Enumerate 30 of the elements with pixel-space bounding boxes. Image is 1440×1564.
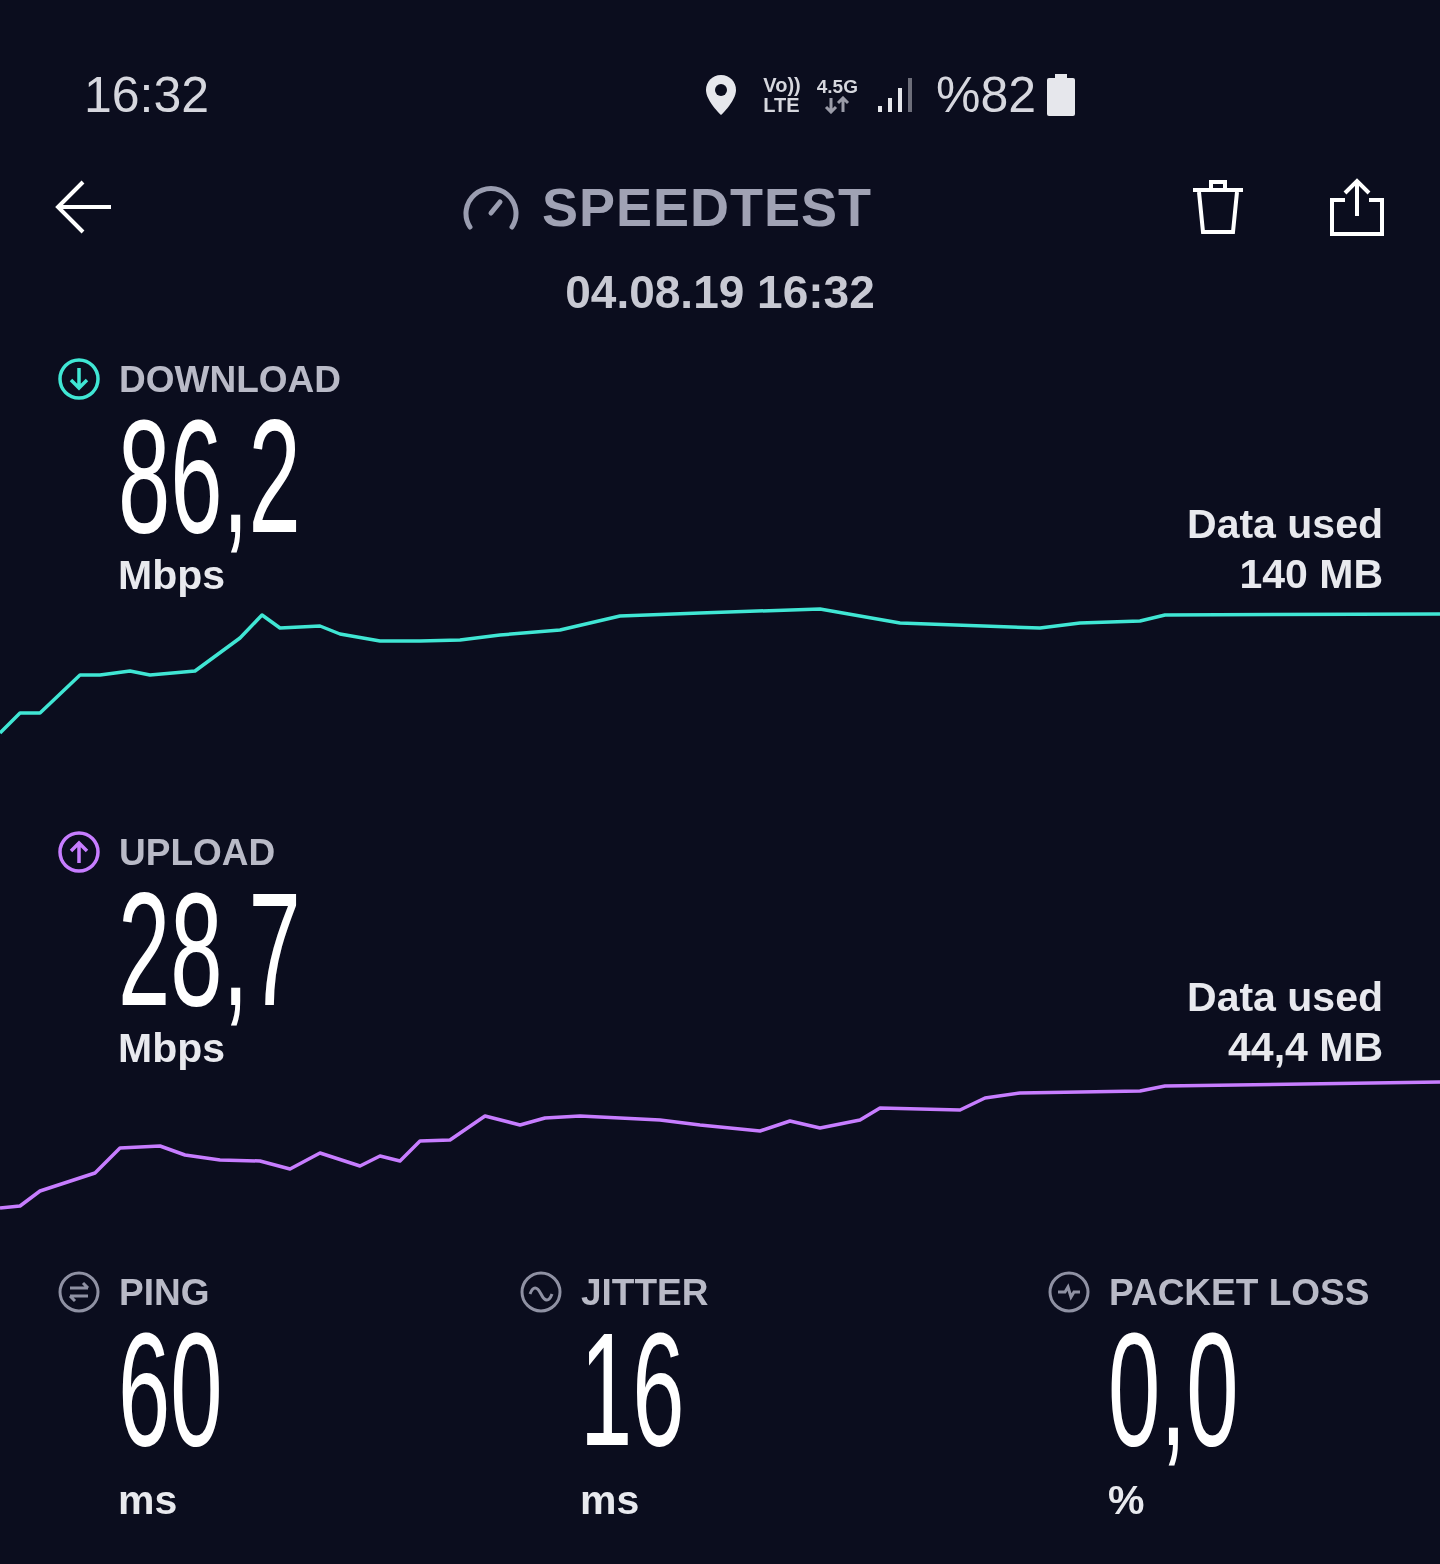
lte-indicator: LTE xyxy=(763,95,801,115)
data-used-value: 44,4 MB xyxy=(1228,1023,1383,1072)
data-used-label: Data used xyxy=(1187,500,1383,549)
metric-unit: ms xyxy=(117,1476,179,1524)
result-label: DOWNLOAD xyxy=(119,360,341,398)
data-used-label: Data used xyxy=(1187,973,1383,1022)
battery-icon xyxy=(1046,73,1076,117)
metric-unit: ms xyxy=(579,1476,641,1524)
status-time: 16:32 xyxy=(84,70,210,120)
back-arrow-icon[interactable] xyxy=(55,179,113,235)
metric-value: 0,0 xyxy=(1108,1308,1239,1470)
test-date: 04.08.19 16:32 xyxy=(565,269,875,315)
metric-value: 16 xyxy=(580,1308,685,1470)
metric-label: PACKET LOSS xyxy=(1109,1273,1370,1311)
metric-label: PING xyxy=(119,1273,210,1311)
app-title: SPEEDTEST xyxy=(541,180,873,234)
battery-percentage: %82 xyxy=(935,70,1036,120)
packet-loss-icon xyxy=(1047,1270,1091,1314)
metric-value: 60 xyxy=(118,1308,223,1470)
data-used-value: 140 MB xyxy=(1239,550,1383,599)
volte-indicator: Vo)) xyxy=(763,75,801,95)
ping-icon xyxy=(57,1270,101,1314)
network-generation: 4.5G xyxy=(816,76,858,96)
metric-unit: % xyxy=(1107,1476,1146,1524)
trash-icon[interactable] xyxy=(1191,178,1245,236)
jitter-icon xyxy=(519,1270,563,1314)
gauge-icon xyxy=(461,183,520,231)
result-label: UPLOAD xyxy=(119,833,276,871)
metric-label: JITTER xyxy=(581,1273,709,1311)
share-icon[interactable] xyxy=(1329,178,1385,236)
